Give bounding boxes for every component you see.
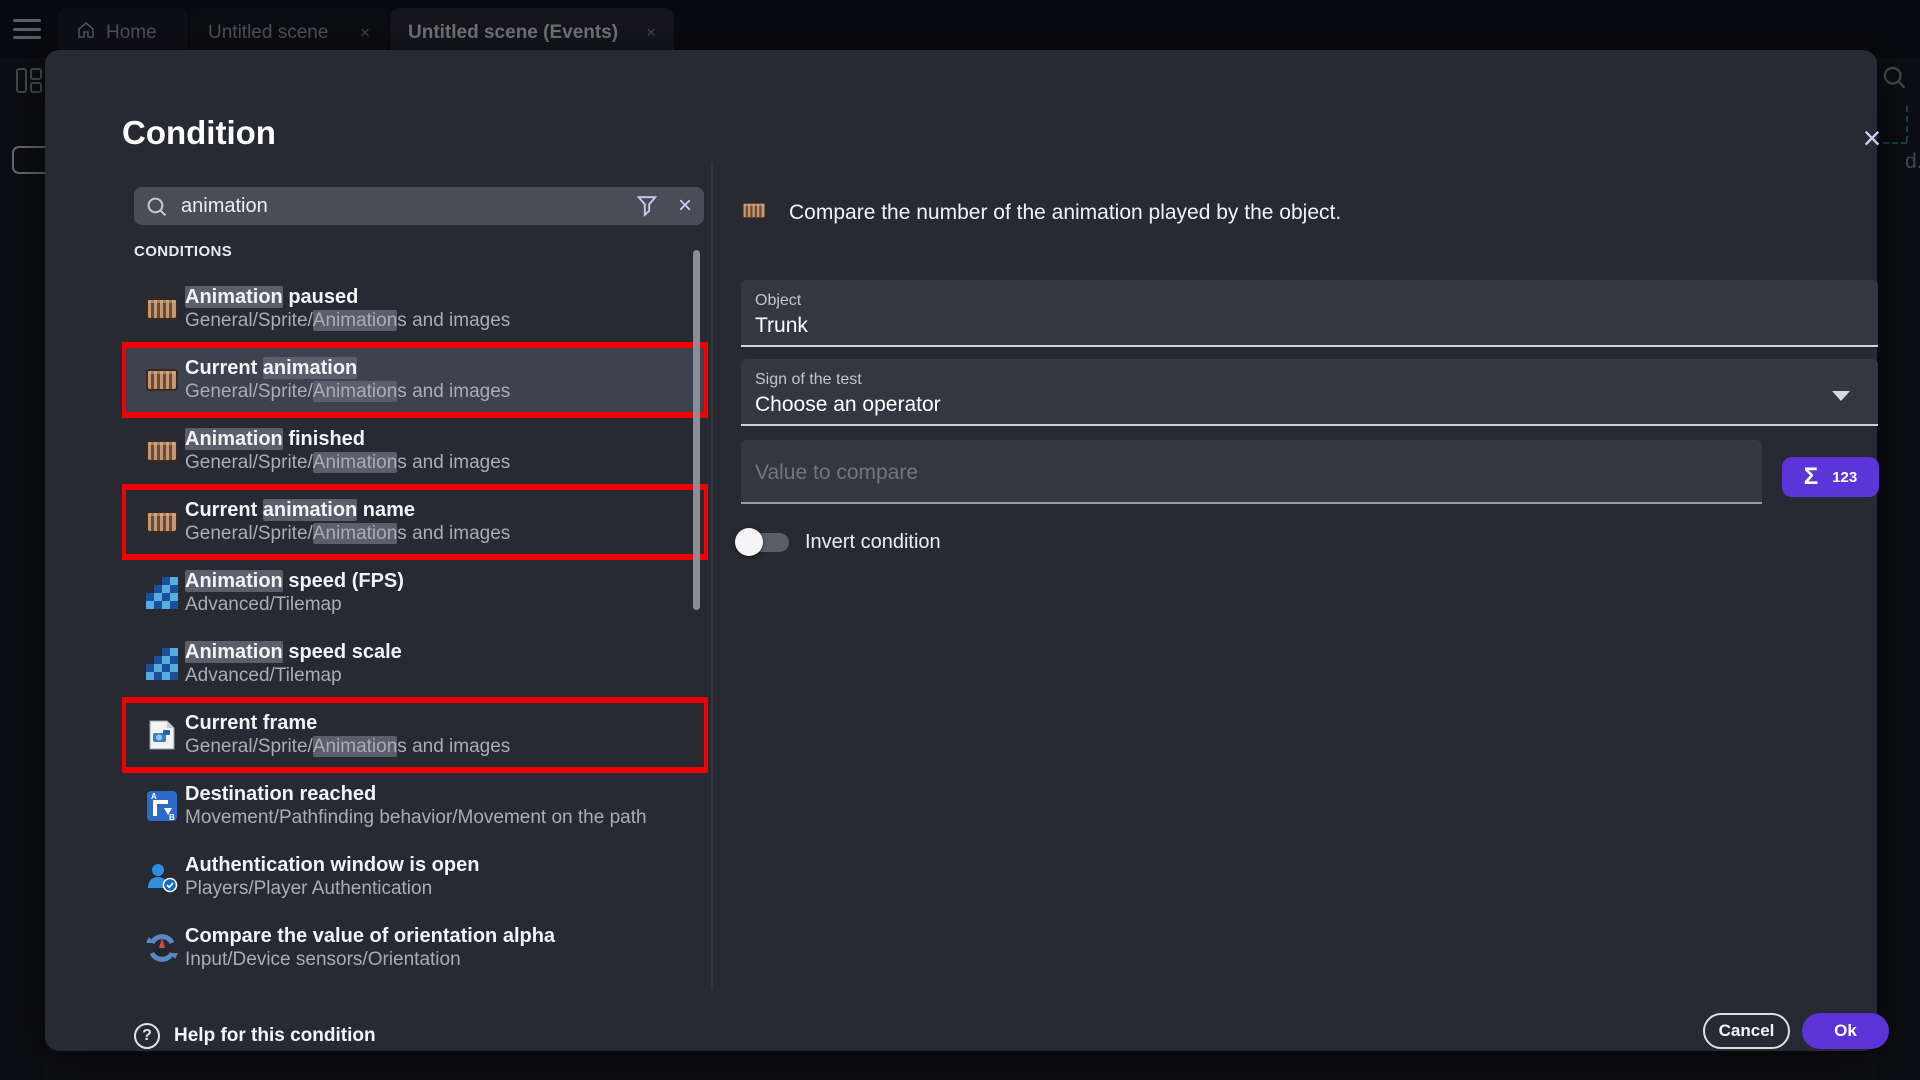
conditions-list: CONDITIONS Animation pausedGeneral/Sprit…	[122, 235, 708, 982]
help-label: Help for this condition	[174, 1025, 376, 1047]
condition-title: Animation paused	[185, 285, 510, 309]
condition-item[interactable]: Authentication window is openPlayers/Pla…	[122, 842, 708, 912]
condition-title: Animation speed scale	[185, 640, 402, 664]
authentication-icon	[145, 861, 179, 893]
operator-select[interactable]: Sign of the test Choose an operator	[741, 359, 1878, 426]
condition-subtitle: Input/Device sensors/Orientation	[185, 948, 555, 972]
condition-item[interactable]: Current animation nameGeneral/Sprite/Ani…	[122, 487, 708, 557]
field-label: Object	[755, 292, 1864, 310]
condition-item[interactable]: Compare the value of orientation alphaIn…	[122, 913, 708, 982]
condition-subtitle: Advanced/Tilemap	[185, 664, 402, 688]
object-field[interactable]: Object Trunk	[741, 280, 1878, 347]
toggle-knob	[735, 528, 763, 556]
condition-item[interactable]: Animation finishedGeneral/Sprite/Animati…	[122, 416, 708, 486]
value-input[interactable]	[755, 461, 1748, 485]
condition-item[interactable]: Current animationGeneral/Sprite/Animatio…	[122, 345, 708, 415]
condition-subtitle: General/Sprite/Animations and images	[185, 309, 510, 333]
condition-title: Current animation	[185, 356, 510, 380]
condition-subtitle: General/Sprite/Animations and images	[185, 380, 510, 404]
filter-icon[interactable]	[636, 195, 658, 217]
frame-icon	[145, 719, 179, 751]
search-icon	[146, 196, 167, 217]
condition-title: Animation finished	[185, 427, 510, 451]
condition-item[interactable]: Animation speed (FPS)Advanced/Tilemap	[122, 558, 708, 628]
condition-dialog: Condition × × CONDITIONS Animation pause…	[45, 50, 1877, 1051]
condition-subtitle: Movement/Pathfinding behavior/Movement o…	[185, 806, 647, 830]
sprite-animation-icon	[145, 366, 179, 394]
field-value: Choose an operator	[755, 393, 1864, 417]
toggle-label: Invert condition	[805, 531, 941, 554]
condition-title: Current animation name	[185, 498, 510, 522]
chevron-down-icon	[1832, 391, 1850, 401]
help-icon: ?	[134, 1023, 160, 1049]
close-icon[interactable]: ×	[1853, 120, 1891, 158]
ok-button[interactable]: Ok	[1802, 1013, 1889, 1049]
condition-item[interactable]: ABDestination reachedMovement/Pathfindin…	[122, 771, 708, 841]
panel-divider	[711, 162, 713, 990]
svg-text:B: B	[169, 813, 175, 822]
condition-description: Compare the number of the animation play…	[789, 201, 1341, 225]
sprite-animation-icon	[145, 437, 179, 465]
list-scrollbar[interactable]	[693, 250, 700, 610]
sprite-animation-icon	[145, 508, 179, 536]
condition-subtitle: General/Sprite/Animations and images	[185, 522, 510, 546]
search-bar: ×	[134, 187, 704, 225]
section-label: CONDITIONS	[134, 243, 708, 260]
dialog-title: Condition	[122, 114, 276, 152]
search-input[interactable]	[181, 195, 636, 218]
condition-item[interactable]: Animation pausedGeneral/Sprite/Animation…	[122, 274, 708, 344]
app-window: Home Untitled scene × Untitled scene (Ev…	[0, 0, 1920, 1080]
condition-subtitle: General/Sprite/Animations and images	[185, 735, 510, 759]
condition-subtitle: Advanced/Tilemap	[185, 593, 404, 617]
svg-text:A: A	[151, 792, 157, 801]
tilemap-icon	[145, 577, 179, 609]
numeric-badge: 123	[1832, 469, 1857, 486]
field-value: Trunk	[755, 314, 1864, 338]
sprite-animation-icon	[741, 200, 767, 226]
orientation-icon	[145, 932, 179, 964]
sigma-icon: Σ	[1804, 463, 1818, 491]
condition-subtitle: Players/Player Authentication	[185, 877, 479, 901]
invert-condition-row: Invert condition	[735, 527, 941, 557]
expression-builder-button[interactable]: Σ 123	[1782, 457, 1879, 497]
help-link[interactable]: ? Help for this condition	[134, 1023, 376, 1049]
condition-title: Animation speed (FPS)	[185, 569, 404, 593]
condition-subtitle: General/Sprite/Animations and images	[185, 451, 510, 475]
tilemap-icon	[145, 648, 179, 680]
invert-condition-toggle[interactable]	[735, 527, 791, 557]
condition-title: Authentication window is open	[185, 853, 479, 877]
value-field[interactable]	[741, 440, 1762, 504]
pathfinding-icon: AB	[145, 790, 179, 822]
clear-icon[interactable]: ×	[678, 195, 692, 217]
condition-title: Destination reached	[185, 782, 647, 806]
condition-title: Current frame	[185, 711, 510, 735]
condition-item[interactable]: Animation speed scaleAdvanced/Tilemap	[122, 629, 708, 699]
condition-item[interactable]: Current frameGeneral/Sprite/Animations a…	[122, 700, 708, 770]
field-label: Sign of the test	[755, 371, 1864, 389]
sprite-animation-icon	[145, 295, 179, 323]
cancel-button[interactable]: Cancel	[1703, 1013, 1790, 1049]
condition-description-row: Compare the number of the animation play…	[741, 200, 1341, 226]
condition-title: Compare the value of orientation alpha	[185, 924, 555, 948]
